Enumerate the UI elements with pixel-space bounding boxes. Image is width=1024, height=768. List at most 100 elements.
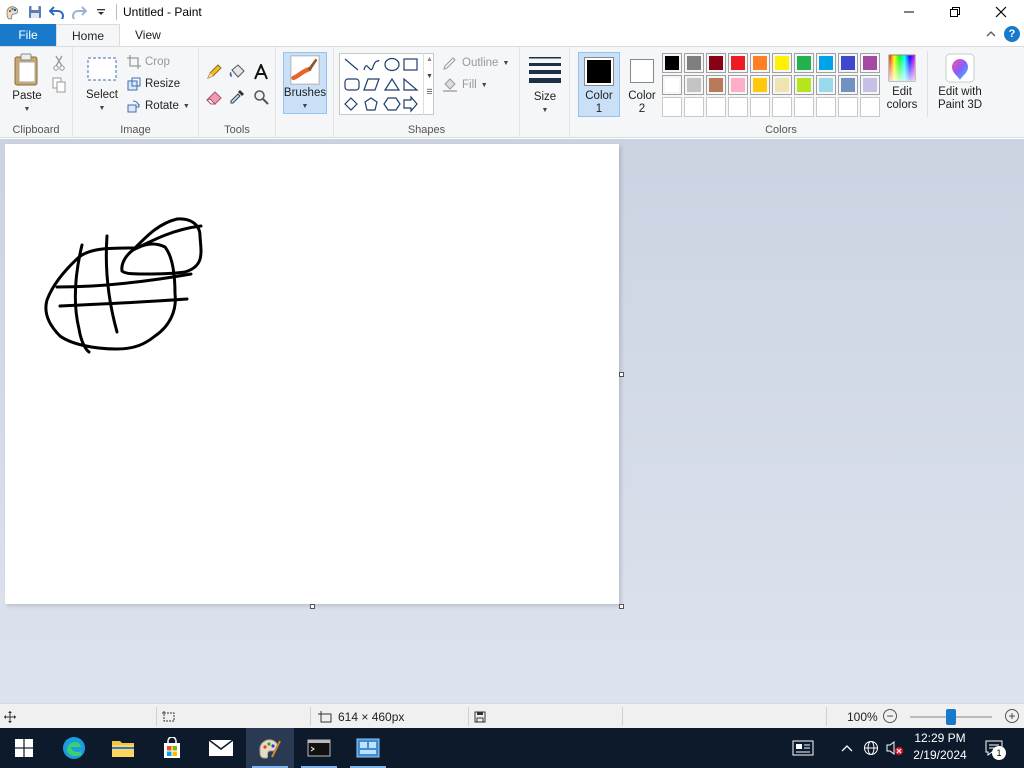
palette-swatch[interactable]: [662, 75, 682, 95]
crop-button[interactable]: Crop: [127, 52, 170, 72]
palette-swatch-fill: [775, 56, 789, 70]
zoom-out-button[interactable]: −: [883, 709, 897, 723]
palette-swatch[interactable]: [728, 75, 748, 95]
paint-icon: [259, 739, 281, 759]
start-button[interactable]: [0, 728, 48, 768]
palette-swatch[interactable]: [750, 53, 770, 73]
palette-swatch[interactable]: [728, 53, 748, 73]
tray-news[interactable]: [787, 728, 819, 768]
shapes-gallery[interactable]: [339, 53, 434, 115]
brushes-group: Brushes ▼: [276, 47, 334, 138]
copy-button[interactable]: [52, 75, 66, 95]
help-icon[interactable]: ?: [1004, 26, 1020, 42]
taskbar-paint[interactable]: [246, 728, 294, 768]
fill-button[interactable]: Fill ▼: [442, 75, 488, 95]
taskbar-clock[interactable]: 12:29 PM 2/19/2024: [906, 730, 974, 766]
palette-swatch[interactable]: [838, 97, 858, 117]
tray-network[interactable]: [860, 728, 882, 768]
brushes-button[interactable]: Brushes ▼: [283, 52, 327, 114]
palette-swatch[interactable]: [728, 97, 748, 117]
select-label: Select: [86, 89, 118, 101]
palette-swatch[interactable]: [860, 97, 880, 117]
palette-swatch[interactable]: [816, 75, 836, 95]
paste-dropdown-icon: ▼: [23, 106, 31, 113]
palette-swatch[interactable]: [706, 53, 726, 73]
palette-swatch-fill: [731, 78, 745, 92]
palette-swatch[interactable]: [772, 75, 792, 95]
palette-swatch[interactable]: [684, 75, 704, 95]
fill-tool[interactable]: [228, 62, 246, 82]
collapse-ribbon-icon[interactable]: [986, 27, 996, 41]
resize-handle-bottom[interactable]: [310, 604, 315, 609]
palette-swatch[interactable]: [794, 97, 814, 117]
color-picker-tool[interactable]: [228, 87, 246, 107]
palette-swatch[interactable]: [750, 97, 770, 117]
palette-swatch[interactable]: [750, 75, 770, 95]
palette-swatch[interactable]: [662, 53, 682, 73]
maximize-button[interactable]: [932, 0, 978, 24]
eraser-icon: [206, 91, 222, 105]
scroll-up-icon[interactable]: ▲: [424, 56, 435, 63]
palette-swatch[interactable]: [684, 53, 704, 73]
taskbar-terminal[interactable]: [295, 728, 343, 768]
tools-group-label: Tools: [224, 124, 250, 136]
tab-view[interactable]: View: [120, 24, 176, 46]
resize-handle-right[interactable]: [619, 372, 624, 377]
palette-swatch[interactable]: [706, 75, 726, 95]
palette-swatch[interactable]: [684, 97, 704, 117]
palette-swatch[interactable]: [860, 53, 880, 73]
color1-button[interactable]: Color 1: [578, 52, 620, 117]
gallery-more-icon[interactable]: ☰: [424, 88, 435, 96]
resize-button[interactable]: Resize: [127, 74, 180, 94]
cut-button[interactable]: [52, 53, 66, 73]
palette-swatch[interactable]: [706, 97, 726, 117]
palette-swatch[interactable]: [838, 53, 858, 73]
magnifier-tool[interactable]: [253, 87, 269, 107]
size-button[interactable]: Size ▼: [527, 55, 563, 117]
shapes-gallery-scroll[interactable]: ▲ ▼ ☰: [423, 53, 435, 115]
pencil-icon: [207, 64, 222, 79]
zoom-in-button[interactable]: +: [1005, 709, 1019, 723]
tray-volume[interactable]: [884, 728, 906, 768]
text-tool[interactable]: [253, 62, 269, 82]
taskbar-file-explorer[interactable]: [99, 728, 147, 768]
edit-colors-button[interactable]: Edit colors: [882, 53, 922, 112]
palette-swatch[interactable]: [794, 75, 814, 95]
customize-qat-icon[interactable]: [90, 1, 112, 23]
outline-button[interactable]: Outline ▼: [442, 53, 509, 73]
zoom-slider-thumb[interactable]: [946, 709, 956, 725]
select-button[interactable]: Select ▼: [83, 55, 121, 115]
edit-with-paint3d-button[interactable]: Edit with Paint 3D: [932, 53, 988, 112]
save-icon[interactable]: [24, 1, 46, 23]
pencil-tool[interactable]: [205, 62, 223, 82]
undo-icon[interactable]: [46, 1, 68, 23]
close-button[interactable]: [978, 0, 1024, 24]
taskbar-edge[interactable]: [50, 728, 98, 768]
palette-swatch[interactable]: [860, 75, 880, 95]
rotate-button[interactable]: Rotate ▼: [127, 96, 190, 116]
palette-swatch[interactable]: [838, 75, 858, 95]
tab-file[interactable]: File: [0, 24, 56, 46]
color2-button[interactable]: Color 2: [622, 52, 662, 116]
minimize-button[interactable]: [886, 0, 932, 24]
palette-swatch[interactable]: [772, 53, 792, 73]
taskbar-network-app[interactable]: [344, 728, 392, 768]
canvas-size-text: 614 × 460px: [338, 709, 405, 724]
eraser-tool[interactable]: [205, 87, 223, 107]
scroll-down-icon[interactable]: ▼: [424, 73, 435, 80]
action-center-button[interactable]: 1: [980, 728, 1008, 768]
drawing-canvas[interactable]: [5, 144, 619, 604]
tab-home[interactable]: Home: [56, 24, 121, 46]
tray-show-hidden[interactable]: [837, 728, 857, 768]
palette-swatch[interactable]: [662, 97, 682, 117]
taskbar-store[interactable]: [148, 728, 196, 768]
paint-app-icon[interactable]: [2, 1, 24, 23]
palette-swatch[interactable]: [794, 53, 814, 73]
resize-handle-corner[interactable]: [619, 604, 624, 609]
taskbar-mail[interactable]: [197, 728, 245, 768]
palette-swatch[interactable]: [816, 97, 836, 117]
palette-swatch[interactable]: [772, 97, 792, 117]
palette-swatch[interactable]: [816, 53, 836, 73]
paste-button[interactable]: Paste ▼: [8, 53, 46, 116]
redo-icon[interactable]: [68, 1, 90, 23]
